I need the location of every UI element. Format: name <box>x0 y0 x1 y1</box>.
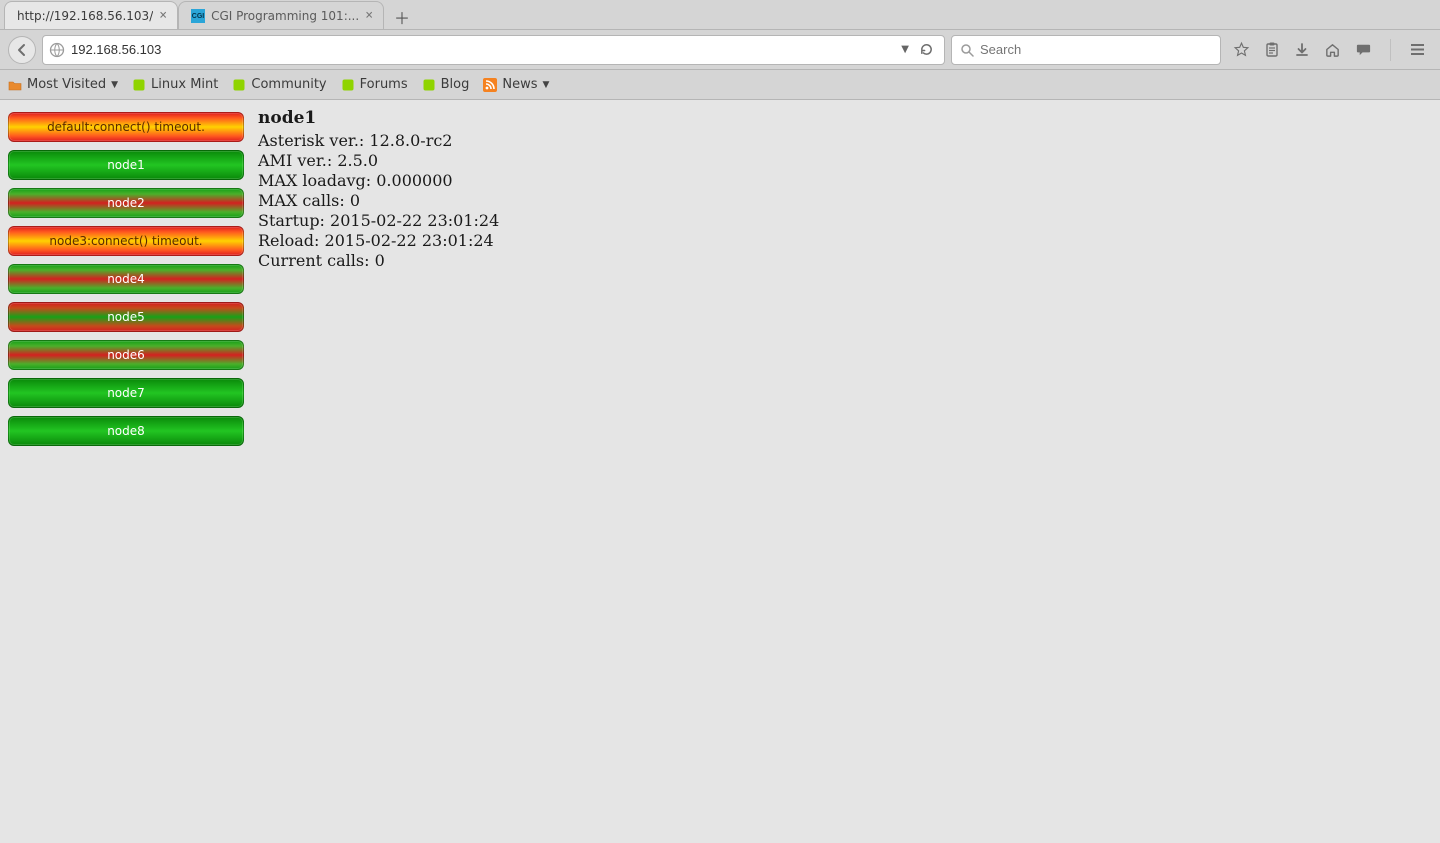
detail-current-calls: Current calls: 0 <box>258 251 499 271</box>
bookmark-news[interactable]: News ▼ <box>483 77 549 92</box>
node-button-node3[interactable]: node3:connect() timeout. <box>8 226 244 256</box>
navbar: ▼ <box>0 30 1440 70</box>
node-button-default[interactable]: default:connect() timeout. <box>8 112 244 142</box>
tab-title: http://192.168.56.103/ <box>17 9 153 23</box>
chevron-down-icon: ▼ <box>111 80 118 90</box>
url-bar[interactable]: ▼ <box>42 35 945 65</box>
node-label: default:connect() timeout. <box>47 120 205 134</box>
search-input[interactable] <box>980 42 1212 57</box>
node-label: node7 <box>107 386 145 400</box>
search-icon <box>960 43 974 57</box>
back-button[interactable] <box>8 36 36 64</box>
detail-maxcalls: MAX calls: 0 <box>258 191 499 211</box>
close-icon[interactable]: × <box>159 8 167 23</box>
bookmark-label: Forums <box>360 77 408 92</box>
reload-button[interactable] <box>915 42 938 57</box>
bookmark-label: Most Visited <box>27 77 106 92</box>
node-label: node6 <box>107 348 145 362</box>
svg-text:CGI: CGI <box>192 13 205 20</box>
separator <box>1390 39 1391 61</box>
search-bar[interactable] <box>951 35 1221 65</box>
new-tab-button[interactable]: ＋ <box>388 5 416 29</box>
node-button-node8[interactable]: node8 <box>8 416 244 446</box>
clipboard-icon[interactable] <box>1264 41 1280 58</box>
node-button-node6[interactable]: node6 <box>8 340 244 370</box>
node-label: node5 <box>107 310 145 324</box>
bookmark-label: Community <box>251 77 326 92</box>
bookmark-label: News <box>502 77 537 92</box>
chevron-down-icon: ▼ <box>543 80 550 90</box>
node-button-node5[interactable]: node5 <box>8 302 244 332</box>
node-button-node7[interactable]: node7 <box>8 378 244 408</box>
browser-chrome: http://192.168.56.103/ × CGI CGI Program… <box>0 0 1440 100</box>
bookmark-linux-mint[interactable]: Linux Mint <box>132 77 218 92</box>
mint-icon <box>132 78 146 92</box>
detail-loadavg: MAX loadavg: 0.000000 <box>258 171 499 191</box>
mint-icon <box>232 78 246 92</box>
bookmark-community[interactable]: Community <box>232 77 326 92</box>
home-icon[interactable] <box>1324 41 1341 58</box>
node-label: node8 <box>107 424 145 438</box>
node-button-node1[interactable]: node1 <box>8 150 244 180</box>
detail-reload: Reload: 2015-02-22 23:01:24 <box>258 231 499 251</box>
downloads-icon[interactable] <box>1294 42 1310 58</box>
toolbar-icons <box>1227 39 1432 61</box>
detail-startup: Startup: 2015-02-22 23:01:24 <box>258 211 499 231</box>
detail-ami: AMI ver.: 2.5.0 <box>258 151 499 171</box>
rss-icon <box>483 78 497 92</box>
bookmark-star-icon[interactable] <box>1233 41 1250 58</box>
url-input[interactable] <box>71 42 895 57</box>
tab-active[interactable]: http://192.168.56.103/ × <box>4 1 178 29</box>
mint-icon <box>341 78 355 92</box>
site-identity-icon[interactable] <box>49 42 65 58</box>
tabbar: http://192.168.56.103/ × CGI CGI Program… <box>0 0 1440 30</box>
node-label: node1 <box>107 158 145 172</box>
mint-icon <box>422 78 436 92</box>
node-button-node2[interactable]: node2 <box>8 188 244 218</box>
bookmark-blog[interactable]: Blog <box>422 77 470 92</box>
detail-asterisk: Asterisk ver.: 12.8.0-rc2 <box>258 131 499 151</box>
node-label: node4 <box>107 272 145 286</box>
node-details: node1 Asterisk ver.: 12.8.0-rc2 AMI ver.… <box>252 100 505 843</box>
bookmarks-bar: Most Visited ▼ Linux Mint Community Foru… <box>0 70 1440 100</box>
tab-title: CGI Programming 101:... <box>211 9 359 23</box>
detail-title: node1 <box>258 108 499 129</box>
node-button-node4[interactable]: node4 <box>8 264 244 294</box>
chat-icon[interactable] <box>1355 41 1372 58</box>
node-label: node3:connect() timeout. <box>49 234 202 248</box>
bookmark-forums[interactable]: Forums <box>341 77 408 92</box>
node-list: default:connect() timeout. node1 node2 n… <box>0 100 252 843</box>
bookmark-label: Linux Mint <box>151 77 218 92</box>
bookmark-label: Blog <box>441 77 470 92</box>
node-label: node2 <box>107 196 145 210</box>
page-body: default:connect() timeout. node1 node2 n… <box>0 100 1440 843</box>
folder-icon <box>8 78 22 92</box>
bookmark-most-visited[interactable]: Most Visited ▼ <box>8 77 118 92</box>
hamburger-menu-icon[interactable] <box>1409 41 1426 58</box>
tab-cgi-programming[interactable]: CGI CGI Programming 101:... × <box>178 1 384 29</box>
cgi-favicon: CGI <box>191 9 205 23</box>
url-history-dropdown[interactable]: ▼ <box>901 44 909 55</box>
close-icon[interactable]: × <box>365 8 373 23</box>
